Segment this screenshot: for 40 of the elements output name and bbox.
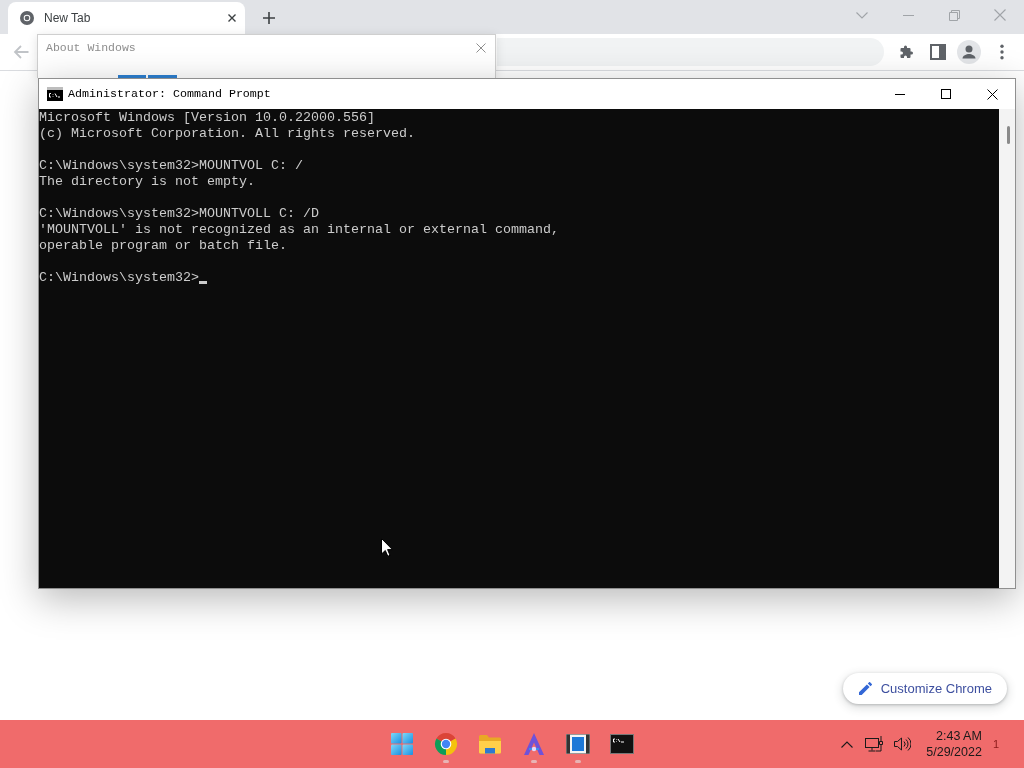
- terminal-icon: [47, 87, 63, 101]
- customize-chrome-button[interactable]: Customize Chrome: [842, 673, 1007, 704]
- more-icon[interactable]: [1000, 44, 1004, 60]
- window-icon[interactable]: [566, 732, 590, 756]
- circle-logo-icon[interactable]: [434, 732, 458, 756]
- console-line: Microsoft Windows [Version 10.0.22000.556]: [39, 110, 375, 126]
- mouse-pointer-icon: [381, 538, 393, 557]
- clock-time[interactable]: 2:43 AM: [936, 728, 982, 744]
- text-cursor-icon: [198, 281, 207, 284]
- logo-drawing: [118, 75, 177, 78]
- console-line: C:\Windows\system32>MOUNTVOLL C: /D: [39, 206, 319, 222]
- clock-date[interactable]: 5/29/2022: [926, 744, 982, 760]
- console-prompt: C:\Windows\system32>: [39, 270, 199, 286]
- console-line: operable program or batch file.: [39, 238, 287, 254]
- minimize-icon[interactable]: [895, 93, 905, 95]
- plus-icon[interactable]: [263, 12, 275, 24]
- console-line: (c) Microsoft Corporation. All rights reserved.: [39, 126, 415, 142]
- profile-avatar-icon[interactable]: [957, 40, 981, 64]
- folder-icon[interactable]: [478, 732, 502, 756]
- a-logo-icon[interactable]: [522, 732, 546, 756]
- browser-tab[interactable]: New Tab: [8, 2, 245, 34]
- tiles-icon[interactable]: [390, 732, 414, 756]
- network-icon[interactable]: [864, 735, 885, 753]
- speaker-icon[interactable]: [893, 736, 912, 752]
- close-icon[interactable]: [986, 88, 998, 100]
- dialog-title: About Windows: [46, 41, 137, 54]
- maximize-icon[interactable]: [941, 89, 951, 99]
- console-line: The directory is not empty.: [39, 174, 255, 190]
- notification-count[interactable]: 1: [992, 738, 999, 750]
- chevron-up-icon[interactable]: [841, 740, 854, 748]
- puzzle-icon[interactable]: [898, 44, 914, 60]
- terminal-icon[interactable]: [610, 732, 634, 756]
- side-panel-icon[interactable]: [930, 44, 946, 60]
- close-icon[interactable]: [228, 14, 236, 22]
- scrollbar-thumb[interactable]: [1007, 126, 1010, 144]
- pencil-icon: [858, 682, 872, 695]
- circle-logo-icon: [20, 11, 34, 25]
- window-title: Administrator: Command Prompt: [68, 87, 272, 101]
- console-line: 'MOUNTVOLL' is not recognized as an internal or external command,: [39, 222, 559, 238]
- console-line: C:\Windows\system32>MOUNTVOL C: /: [39, 158, 303, 174]
